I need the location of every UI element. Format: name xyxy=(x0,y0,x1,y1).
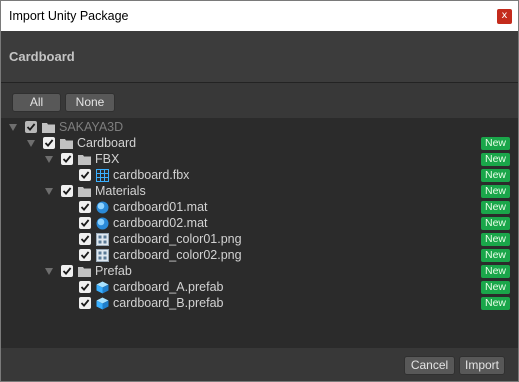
package-header: Cardboard xyxy=(1,31,518,83)
include-checkbox[interactable] xyxy=(79,169,91,181)
new-badge: New xyxy=(481,137,510,150)
new-badge: New xyxy=(481,169,510,182)
texture-icon xyxy=(96,233,109,246)
material-icon xyxy=(96,201,109,214)
include-checkbox[interactable] xyxy=(43,137,55,149)
tree-item-label: cardboard_B.prefab xyxy=(113,296,224,310)
new-badge: New xyxy=(481,233,510,246)
prefab-icon xyxy=(96,281,109,294)
include-checkbox[interactable] xyxy=(25,121,37,133)
tree-item-label: Materials xyxy=(95,184,146,198)
tree-row[interactable]: FBX New xyxy=(1,152,518,168)
tree-row[interactable]: SAKAYA3D xyxy=(1,120,518,136)
new-badge: New xyxy=(481,249,510,262)
tree-item-label: SAKAYA3D xyxy=(59,120,124,134)
tree-row[interactable]: cardboard02.mat New xyxy=(1,216,518,232)
texture-icon xyxy=(96,249,109,262)
include-checkbox[interactable] xyxy=(61,265,73,277)
tree-row[interactable]: cardboard_color01.png New xyxy=(1,232,518,248)
folder-icon xyxy=(42,122,55,133)
folder-icon xyxy=(60,138,73,149)
close-button[interactable]: x xyxy=(497,9,512,24)
include-checkbox[interactable] xyxy=(79,233,91,245)
tree-row[interactable]: cardboard01.mat New xyxy=(1,200,518,216)
new-badge: New xyxy=(481,297,510,310)
tree-row[interactable]: cardboard_B.prefab New xyxy=(1,296,518,312)
tree-row[interactable]: cardboard_A.prefab New xyxy=(1,280,518,296)
select-all-button[interactable]: All xyxy=(12,93,61,112)
include-checkbox[interactable] xyxy=(61,185,73,197)
tree-item-label: cardboard_A.prefab xyxy=(113,280,224,294)
window-title: Import Unity Package xyxy=(9,9,129,23)
mesh-icon xyxy=(96,169,109,182)
selection-toolbar: All None xyxy=(1,84,518,118)
tree-item-label: Cardboard xyxy=(77,136,137,150)
tree-item-label: cardboard.fbx xyxy=(113,168,190,182)
include-checkbox[interactable] xyxy=(79,297,91,309)
new-badge: New xyxy=(481,185,510,198)
tree-item-label: cardboard_color01.png xyxy=(113,232,242,246)
import-package-window: Import Unity Package x Cardboard All Non… xyxy=(0,0,519,382)
import-button[interactable]: Import xyxy=(459,356,505,375)
tree-item-label: cardboard01.mat xyxy=(113,200,208,214)
tree-item-label: cardboard_color02.png xyxy=(113,248,242,262)
include-checkbox[interactable] xyxy=(61,153,73,165)
tree-row[interactable]: Prefab New xyxy=(1,264,518,280)
new-badge: New xyxy=(481,201,510,214)
select-none-button[interactable]: None xyxy=(65,93,115,112)
new-badge: New xyxy=(481,217,510,230)
include-checkbox[interactable] xyxy=(79,201,91,213)
package-title: Cardboard xyxy=(9,49,75,64)
package-tree: SAKAYA3D Cardboard New FBX New cardboard.fbx N… xyxy=(1,118,518,348)
dialog-footer: Cancel Import xyxy=(1,348,518,381)
include-checkbox[interactable] xyxy=(79,249,91,261)
folder-icon xyxy=(78,154,91,165)
new-badge: New xyxy=(481,153,510,166)
tree-item-label: FBX xyxy=(95,152,120,166)
prefab-icon xyxy=(96,297,109,310)
tree-row[interactable]: Cardboard New xyxy=(1,136,518,152)
tree-row[interactable]: Materials New xyxy=(1,184,518,200)
folder-icon xyxy=(78,186,91,197)
tree-item-label: cardboard02.mat xyxy=(113,216,208,230)
material-icon xyxy=(96,217,109,230)
expand-arrow-icon[interactable] xyxy=(45,268,53,275)
expand-arrow-icon[interactable] xyxy=(9,124,17,131)
folder-icon xyxy=(78,266,91,277)
include-checkbox[interactable] xyxy=(79,217,91,229)
tree-item-label: Prefab xyxy=(95,264,132,278)
cancel-button[interactable]: Cancel xyxy=(404,356,455,375)
new-badge: New xyxy=(481,281,510,294)
expand-arrow-icon[interactable] xyxy=(27,140,35,147)
expand-arrow-icon[interactable] xyxy=(45,156,53,163)
tree-row[interactable]: cardboard.fbx New xyxy=(1,168,518,184)
tree-row[interactable]: cardboard_color02.png New xyxy=(1,248,518,264)
new-badge: New xyxy=(481,265,510,278)
include-checkbox[interactable] xyxy=(79,281,91,293)
expand-arrow-icon[interactable] xyxy=(45,188,53,195)
title-bar[interactable]: Import Unity Package x xyxy=(1,1,518,31)
